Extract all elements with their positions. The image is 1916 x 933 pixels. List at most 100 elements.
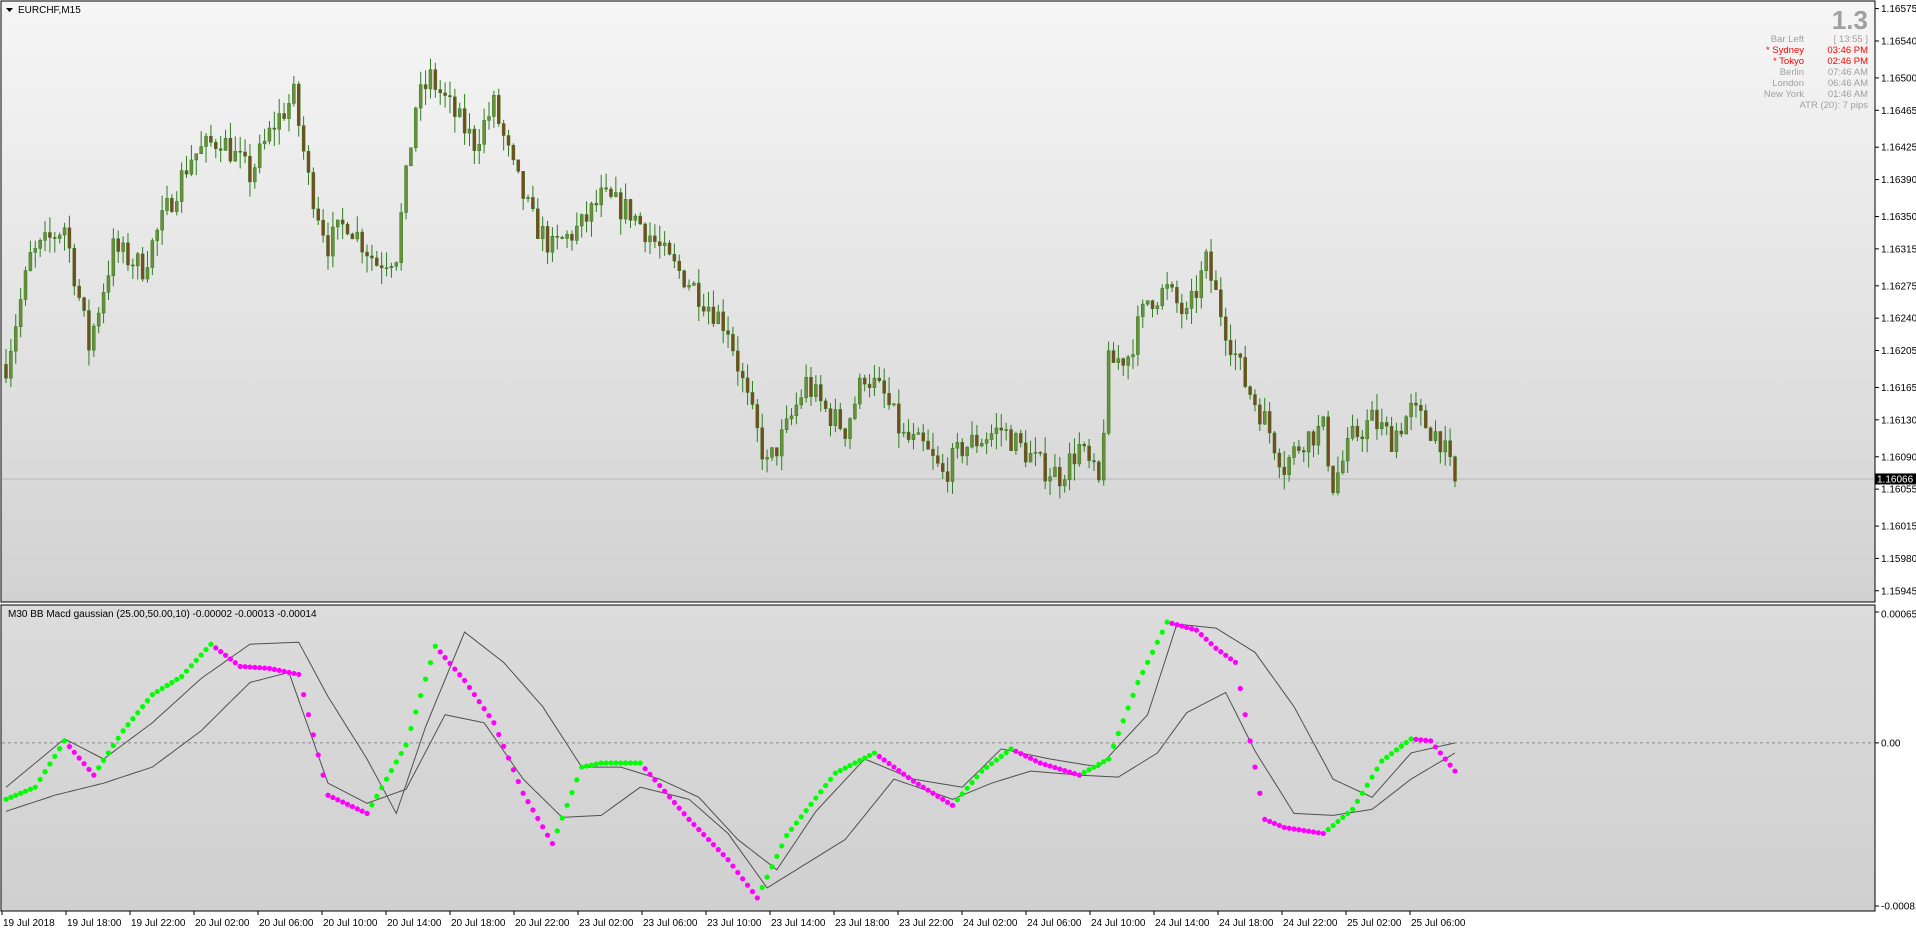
macd-dot: [325, 792, 331, 798]
candle-body: [43, 232, 47, 241]
macd-dot: [71, 749, 77, 755]
candle-body: [819, 384, 823, 402]
macd-dot: [1423, 737, 1429, 743]
symbol-title[interactable]: EURCHF,M15: [6, 5, 81, 16]
candle-body: [736, 350, 740, 372]
macd-dot: [1291, 826, 1297, 832]
macd-dot: [296, 671, 302, 678]
candle-body: [814, 384, 818, 397]
candle-body: [775, 447, 779, 457]
macd-dot: [252, 664, 258, 670]
macd-dot: [1408, 736, 1414, 742]
macd-dot: [744, 882, 751, 888]
indicator-panel[interactable]: [0, 604, 1876, 912]
candle-body: [867, 383, 872, 388]
candle-body: [1038, 452, 1043, 454]
macd-dot: [301, 691, 307, 698]
macd-dot: [27, 786, 33, 792]
candle-body: [706, 306, 711, 312]
time-tick-label: 20 Jul 22:00: [515, 918, 570, 929]
price-tick-label: 1.16015: [1881, 522, 1916, 533]
indicator-title: M30 BB Macd gaussian (25.00,50.00,10) -0…: [8, 609, 317, 620]
candle-body: [555, 236, 560, 238]
macd-dot: [852, 760, 858, 766]
candle-body: [945, 471, 950, 482]
macd-dot: [140, 704, 146, 710]
macd-dot: [486, 713, 492, 719]
macd-dot: [242, 664, 248, 670]
candle-body: [443, 92, 447, 96]
info-row-value: 07:46 AM: [1828, 67, 1868, 78]
macd-dot: [564, 802, 570, 808]
macd-dot: [1042, 761, 1048, 768]
candle-body: [916, 432, 921, 435]
macd-dot: [496, 731, 502, 738]
macd-dot: [213, 645, 219, 651]
macd-dot: [593, 761, 599, 767]
macd-dot: [925, 787, 931, 793]
macd-dot: [1301, 827, 1307, 834]
macd-dot: [579, 764, 585, 770]
macd-dot: [886, 760, 892, 767]
price-tick-label: 1.16240: [1881, 314, 1916, 325]
candle-body: [1350, 425, 1355, 439]
candle-body: [175, 201, 179, 212]
candle-body: [1223, 316, 1228, 341]
macd-dot: [193, 657, 199, 663]
candle-body: [1336, 472, 1340, 494]
macd-dot: [749, 888, 756, 895]
candle-body: [18, 299, 23, 327]
macd-dot: [608, 760, 614, 766]
time-tick-label: 23 Jul 18:00: [835, 918, 890, 929]
macd-dot: [310, 732, 316, 738]
candle-body: [511, 144, 516, 161]
candle-body: [892, 403, 896, 406]
candle-body: [550, 236, 555, 253]
candle-body: [140, 253, 145, 280]
time-tick-label: 23 Jul 10:00: [707, 918, 762, 929]
price-tick-label: 1.15945: [1881, 586, 1916, 597]
candle-body: [48, 232, 52, 238]
price-tick-label: 1.16540: [1881, 36, 1916, 47]
price-panel[interactable]: [0, 0, 1876, 603]
time-axis: 19 Jul 2018 19 Jul 18:00 19 Jul 22:00 20 Ju…: [1, 911, 1466, 929]
time-tick-label: 25 Jul 02:00: [1347, 918, 1402, 929]
macd-dot: [1135, 679, 1141, 686]
price-tick-label: 1.16315: [1881, 244, 1916, 255]
chart-window[interactable]: 1.16575 1.16540 1.16500 1.16465 1.16425 1.163…: [0, 0, 1916, 933]
macd-dot: [344, 801, 351, 807]
macd-dot: [374, 793, 380, 799]
macd-dot: [501, 743, 507, 749]
candle-body: [1067, 453, 1072, 480]
macd-dot: [613, 760, 619, 766]
macd-dot: [1174, 622, 1180, 628]
macd-dot: [1262, 816, 1268, 823]
candle-body: [1155, 305, 1160, 310]
price-tick-label: 1.16465: [1881, 106, 1916, 117]
macd-dot: [257, 665, 263, 671]
candle-body: [1258, 404, 1262, 425]
macd-dot: [959, 791, 965, 797]
macd-dot: [203, 646, 209, 653]
candle-body: [1062, 479, 1067, 487]
macd-dot: [1057, 766, 1063, 772]
macd-dot: [696, 826, 702, 833]
macd-dot: [447, 660, 453, 666]
macd-dot: [1369, 774, 1375, 780]
candle-body: [92, 325, 96, 351]
candle-body: [282, 113, 286, 119]
price-tick-label: 1.16500: [1881, 73, 1916, 84]
candle-body: [1282, 466, 1286, 475]
candle-body: [1053, 466, 1057, 478]
candle-body: [789, 415, 794, 420]
macd-dot: [305, 712, 312, 718]
candle-body: [326, 235, 330, 257]
candle-body: [262, 140, 267, 145]
candle-body: [238, 151, 242, 153]
candle-body: [457, 108, 462, 117]
candle-body: [1077, 444, 1082, 465]
candle-body: [1004, 429, 1008, 431]
indicator-tick-label: 0.00: [1881, 738, 1901, 749]
macd-dot: [1306, 828, 1312, 834]
candle-body: [1097, 461, 1101, 481]
